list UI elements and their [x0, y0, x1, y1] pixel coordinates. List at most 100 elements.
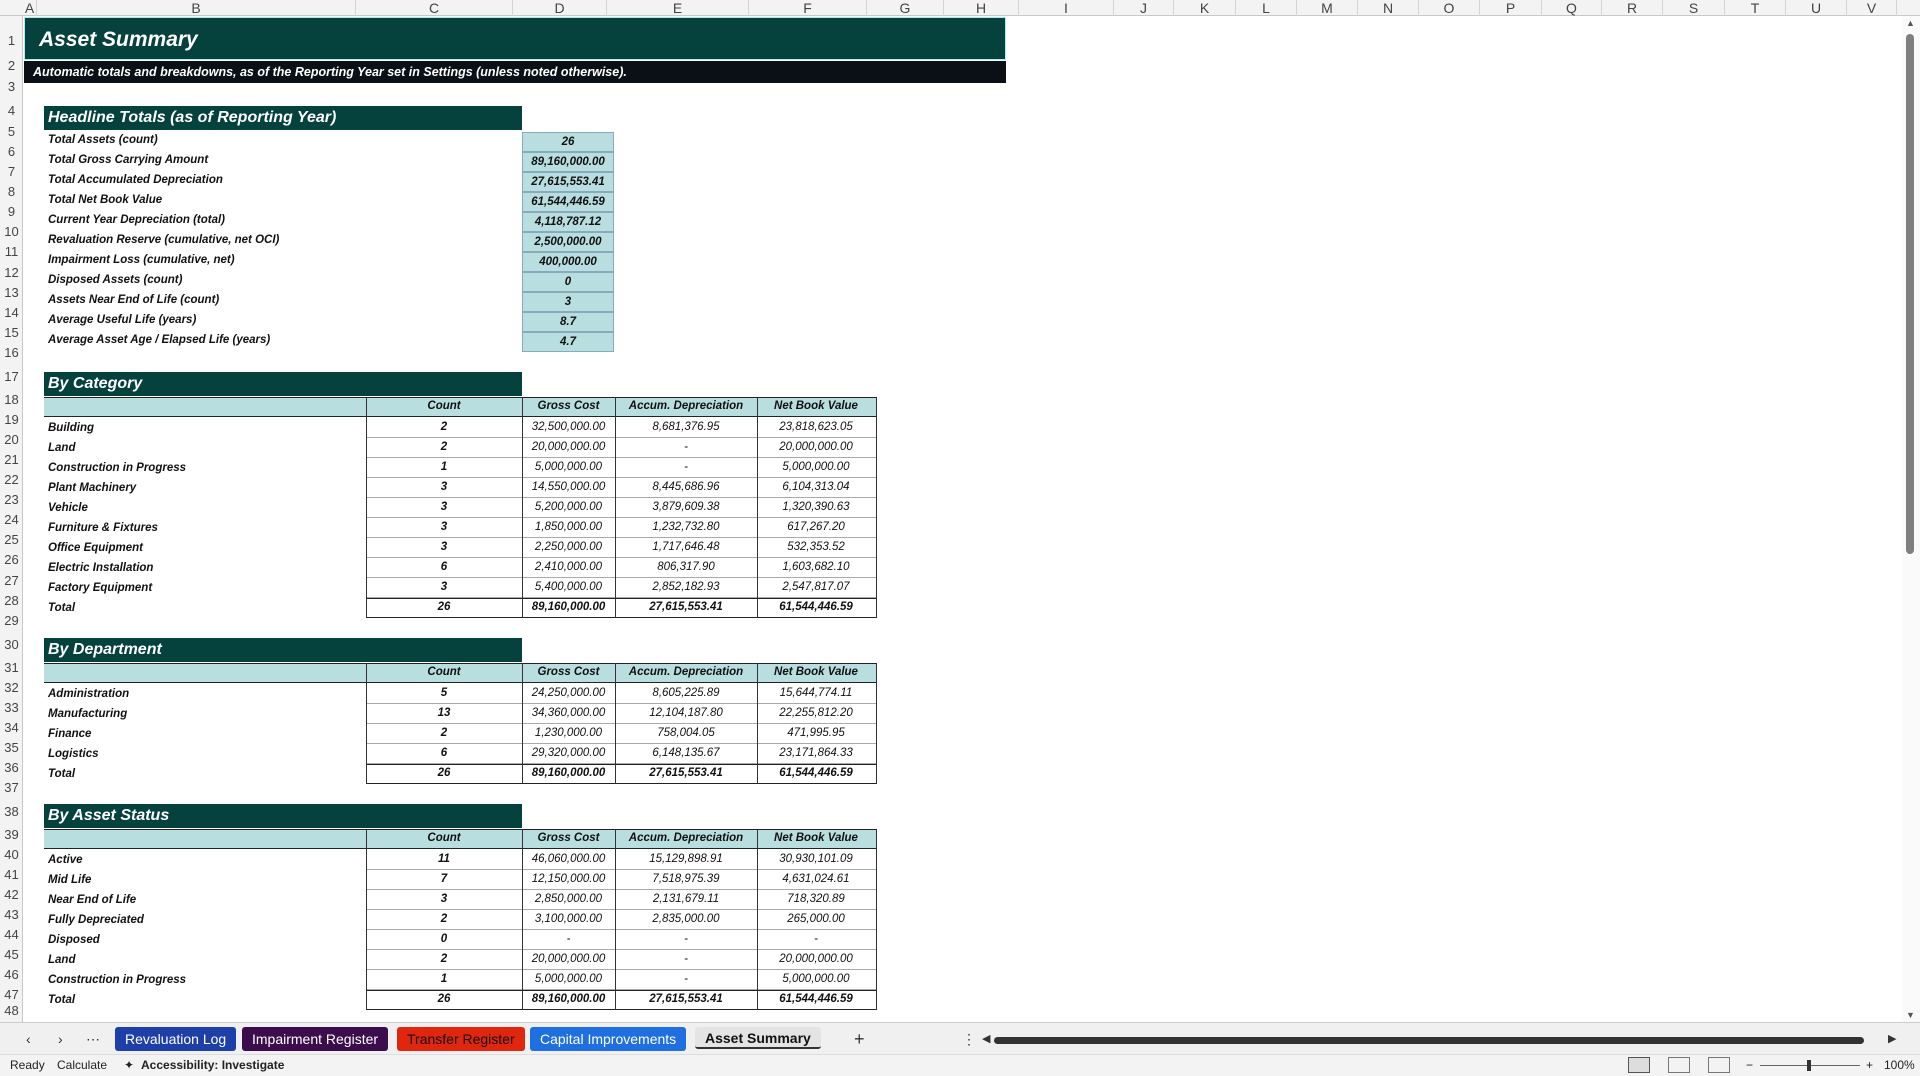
- table-cell[interactable]: 3: [366, 890, 522, 909]
- table-cell[interactable]: 20,000,000.00: [757, 950, 875, 969]
- table-cell[interactable]: Construction in Progress: [48, 970, 186, 990]
- vertical-scrollbar[interactable]: ▲ ▼: [1902, 16, 1920, 1022]
- table-cell[interactable]: 758,004.05: [615, 724, 757, 743]
- scroll-right-icon[interactable]: ▶: [1888, 1027, 1896, 1051]
- table-cell[interactable]: 7: [366, 870, 522, 889]
- table-cell[interactable]: 1: [366, 458, 522, 477]
- column-header[interactable]: S: [1663, 0, 1725, 16]
- table-cell[interactable]: 6,104,313.04: [757, 478, 875, 497]
- row-header[interactable]: 31: [0, 661, 22, 675]
- total-cell[interactable]: Total: [48, 990, 75, 1010]
- table-cell[interactable]: 5: [366, 684, 522, 703]
- column-header[interactable]: N: [1358, 0, 1419, 16]
- column-header[interactable]: L: [1236, 0, 1297, 16]
- table-cell[interactable]: 3: [366, 498, 522, 517]
- row-header[interactable]: 5: [0, 125, 22, 139]
- total-cell[interactable]: Total: [48, 764, 75, 784]
- table-cell[interactable]: 24,250,000.00: [522, 684, 615, 703]
- row-header[interactable]: 13: [0, 286, 22, 300]
- row-header[interactable]: 37: [0, 781, 22, 795]
- sheet-title[interactable]: Asset Summary: [24, 17, 1006, 60]
- table-cell[interactable]: Finance: [48, 724, 91, 744]
- worksheet-grid[interactable]: Asset Summary Automatic totals and break…: [24, 17, 1902, 1022]
- row-header[interactable]: 47: [0, 988, 22, 1002]
- row-header[interactable]: 36: [0, 761, 22, 775]
- table-cell[interactable]: 29,320,000.00: [522, 744, 615, 763]
- table-cell[interactable]: 617,267.20: [757, 518, 875, 537]
- row-header[interactable]: 2: [0, 59, 22, 73]
- headline-value[interactable]: 8.7: [522, 312, 614, 332]
- row-header[interactable]: 40: [0, 848, 22, 862]
- table-cell[interactable]: -: [615, 930, 757, 949]
- row-header[interactable]: 33: [0, 701, 22, 715]
- table-cell[interactable]: 15,129,898.91: [615, 850, 757, 869]
- table-cell[interactable]: Near End of Life: [48, 890, 136, 910]
- next-sheet-icon[interactable]: ›: [58, 1027, 63, 1051]
- headline-value[interactable]: 2,500,000.00: [522, 232, 614, 252]
- table-cell[interactable]: 30,930,101.09: [757, 850, 875, 869]
- table-cell[interactable]: 2: [366, 438, 522, 457]
- table-cell[interactable]: -: [615, 950, 757, 969]
- zoom-in-icon[interactable]: +: [1866, 1055, 1873, 1075]
- more-sheets-icon[interactable]: ⋯: [86, 1027, 100, 1051]
- table-cell[interactable]: 2,547,817.07: [757, 578, 875, 597]
- total-cell[interactable]: 89,160,000.00: [522, 764, 615, 783]
- table-cell[interactable]: 1,230,000.00: [522, 724, 615, 743]
- vertical-scroll-thumb[interactable]: [1906, 34, 1914, 554]
- row-header[interactable]: 16: [0, 346, 22, 360]
- row-header[interactable]: 1: [0, 34, 22, 48]
- row-header[interactable]: 34: [0, 721, 22, 735]
- table-cell[interactable]: 12,150,000.00: [522, 870, 615, 889]
- column-header[interactable]: D: [513, 0, 607, 16]
- table-cell[interactable]: 471,995.95: [757, 724, 875, 743]
- total-cell[interactable]: 26: [366, 990, 522, 1009]
- table-cell[interactable]: 2: [366, 724, 522, 743]
- table-cell[interactable]: 5,000,000.00: [757, 970, 875, 989]
- table-cell[interactable]: 1,717,646.48: [615, 538, 757, 557]
- column-header[interactable]: H: [944, 0, 1019, 16]
- headline-value[interactable]: 4,118,787.12: [522, 212, 614, 232]
- table-cell[interactable]: 0: [366, 930, 522, 949]
- horizontal-scrollbar[interactable]: [994, 1037, 1864, 1044]
- table-cell[interactable]: 3: [366, 538, 522, 557]
- headline-value[interactable]: 89,160,000.00: [522, 152, 614, 172]
- column-header[interactable]: U: [1786, 0, 1847, 16]
- table-cell[interactable]: 806,317.90: [615, 558, 757, 577]
- total-cell[interactable]: 26: [366, 764, 522, 783]
- table-cell[interactable]: 1: [366, 970, 522, 989]
- table-cell[interactable]: Building: [48, 418, 94, 438]
- options-icon[interactable]: ⋮: [962, 1027, 976, 1051]
- column-header[interactable]: E: [607, 0, 749, 16]
- table-cell[interactable]: 3,879,609.38: [615, 498, 757, 517]
- row-header[interactable]: 19: [0, 413, 22, 427]
- table-cell[interactable]: Land: [48, 950, 75, 970]
- table-cell[interactable]: 5,000,000.00: [522, 970, 615, 989]
- row-header[interactable]: 25: [0, 533, 22, 547]
- total-cell[interactable]: 61,544,446.59: [757, 598, 875, 617]
- row-header[interactable]: 23: [0, 493, 22, 507]
- headline-value[interactable]: 0: [522, 272, 614, 292]
- row-header[interactable]: 8: [0, 185, 22, 199]
- add-sheet-icon[interactable]: +: [854, 1027, 865, 1051]
- row-header[interactable]: 10: [0, 225, 22, 239]
- table-cell[interactable]: 20,000,000.00: [522, 950, 615, 969]
- scroll-left-icon[interactable]: ◀: [982, 1027, 990, 1051]
- table-cell[interactable]: Furniture & Fixtures: [48, 518, 158, 538]
- table-cell[interactable]: 2: [366, 950, 522, 969]
- sheet-tab[interactable]: Revaluation Log: [115, 1027, 237, 1051]
- row-header[interactable]: 45: [0, 948, 22, 962]
- page-layout-view-icon[interactable]: [1668, 1057, 1690, 1073]
- table-cell[interactable]: 7,518,975.39: [615, 870, 757, 889]
- row-header[interactable]: 43: [0, 908, 22, 922]
- row-header[interactable]: 41: [0, 868, 22, 882]
- table-cell[interactable]: -: [615, 970, 757, 989]
- table-cell[interactable]: 32,500,000.00: [522, 418, 615, 437]
- page-break-view-icon[interactable]: [1708, 1057, 1730, 1073]
- table-cell[interactable]: 2: [366, 418, 522, 437]
- total-cell[interactable]: 26: [366, 598, 522, 617]
- scroll-down-icon[interactable]: ▼: [1906, 1010, 1915, 1020]
- row-header[interactable]: 17: [0, 370, 22, 384]
- sheet-tab[interactable]: Asset Summary: [695, 1027, 821, 1049]
- column-header[interactable]: B: [37, 0, 356, 16]
- table-cell[interactable]: 5,200,000.00: [522, 498, 615, 517]
